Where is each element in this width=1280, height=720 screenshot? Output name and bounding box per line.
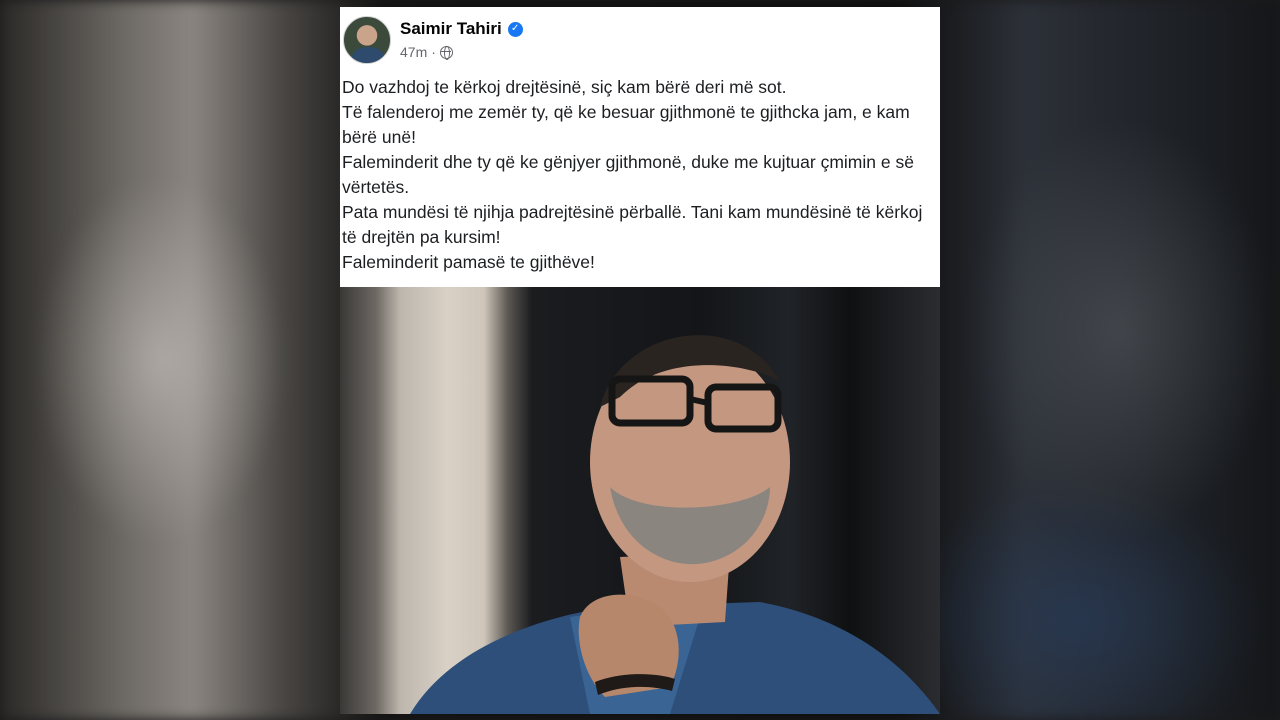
author-name[interactable]: Saimir Tahiri bbox=[400, 19, 502, 39]
post-timestamp[interactable]: 47m bbox=[400, 44, 427, 60]
facebook-post-card: Saimir Tahiri ✓ 47m · Do vazhdoj te kërk… bbox=[340, 7, 940, 714]
post-line: Do vazhdoj te kërkoj drejtësinë, siç kam… bbox=[342, 77, 787, 97]
post-line: Të falenderoj me zemër ty, që ke besuar … bbox=[342, 102, 910, 147]
post-body: Do vazhdoj te kërkoj drejtësinë, siç kam… bbox=[342, 75, 932, 275]
post-meta: 47m · bbox=[400, 44, 453, 60]
meta-separator: · bbox=[431, 44, 436, 60]
photo-illustration bbox=[410, 335, 940, 714]
globe-icon[interactable] bbox=[439, 45, 453, 60]
verified-badge-icon: ✓ bbox=[507, 21, 523, 37]
post-line: Faleminderit dhe ty që ke gënjyer gjithm… bbox=[342, 152, 914, 197]
author-name-row: Saimir Tahiri ✓ bbox=[400, 19, 523, 39]
post-line: Pata mundësi të njihja padrejtësinë përb… bbox=[342, 202, 923, 247]
author-avatar[interactable] bbox=[343, 16, 391, 64]
post-photo[interactable] bbox=[340, 287, 940, 714]
post-header: Saimir Tahiri ✓ 47m · bbox=[340, 7, 940, 67]
avatar-shoulders bbox=[352, 47, 384, 63]
post-line: Faleminderit pamasë te gjithëve! bbox=[342, 252, 595, 272]
